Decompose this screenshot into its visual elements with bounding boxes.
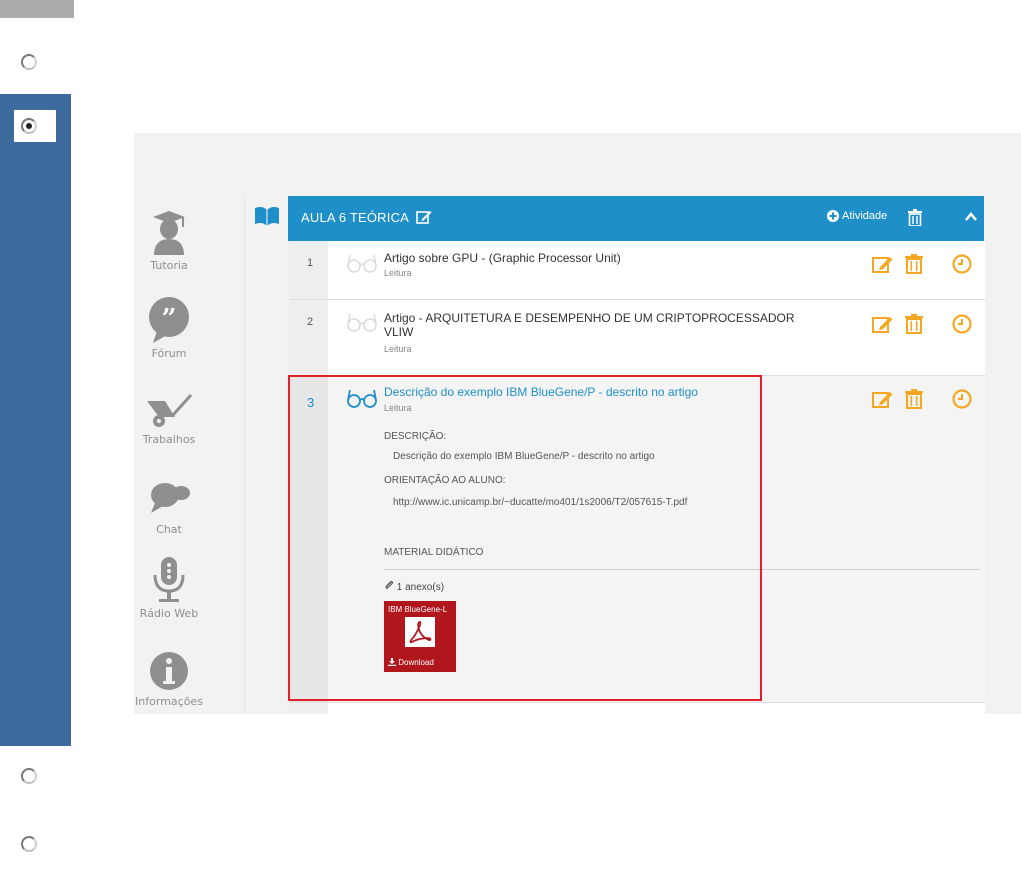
row-number-column [289, 241, 328, 299]
nav-label: Fórum [151, 347, 187, 360]
radio-button[interactable] [21, 836, 37, 852]
option-radio-box-selected[interactable] [14, 110, 56, 142]
activity-row-partial [289, 703, 985, 714]
nav-label: Chat [156, 523, 182, 536]
reading-glasses-icon [347, 254, 377, 273]
edit-icon[interactable] [872, 255, 894, 273]
wheelbarrow-icon [147, 393, 193, 427]
lms-screenshot: Tutoria ” Fórum Trabalhos Chat Rádio Web… [134, 133, 1021, 714]
clock-icon[interactable] [952, 254, 972, 274]
graduate-icon [153, 211, 185, 255]
nav-label: Tutoria [150, 259, 188, 272]
activity-row[interactable]: 1 Artigo sobre GPU - (Graphic Processor … [289, 241, 985, 300]
lesson-title: AULA 6 TEÓRICA [301, 210, 410, 225]
trash-icon[interactable] [905, 254, 923, 274]
activity-title-link[interactable]: Artigo sobre GPU - (Graphic Processor Un… [384, 251, 814, 265]
activity-type: Leitura [384, 344, 412, 354]
edit-icon[interactable] [872, 390, 894, 408]
left-strip [0, 0, 120, 878]
chat-bubbles-icon [151, 483, 190, 513]
divider [244, 195, 245, 714]
row-number-column [289, 703, 328, 714]
nav-forum[interactable]: ” Fórum [134, 297, 204, 360]
row-number: 2 [307, 316, 314, 328]
svg-text:”: ” [162, 304, 177, 334]
trash-icon[interactable] [908, 209, 922, 226]
option-radio-box[interactable] [14, 46, 56, 78]
chevron-up-icon[interactable] [964, 210, 978, 224]
activity-title-link[interactable]: Artigo - ARQUITETURA E DESEMPENHO DE UM … [384, 311, 804, 339]
nav-trabalhos[interactable]: Trabalhos [134, 389, 204, 446]
trash-icon[interactable] [905, 314, 923, 334]
option-radio-box[interactable] [14, 760, 56, 792]
nav-label: Trabalhos [142, 433, 196, 446]
microphone-icon [153, 557, 185, 602]
add-activity-button[interactable]: Atividade [827, 210, 887, 222]
nav-label: Rádio Web [139, 607, 199, 620]
edit-icon[interactable] [416, 209, 432, 225]
plus-circle-icon [827, 210, 839, 222]
radio-button-checked[interactable] [21, 118, 37, 134]
selected-option-column [0, 94, 71, 746]
lesson-header: AULA 6 TEÓRICA Atividade [288, 196, 984, 241]
info-icon [150, 652, 188, 690]
open-book-icon [255, 206, 279, 226]
clock-icon[interactable] [952, 389, 972, 409]
trash-icon[interactable] [905, 389, 923, 409]
row-number: 1 [307, 257, 314, 269]
nav-informacoes[interactable]: Informações [134, 651, 204, 708]
top-gray-bar [0, 0, 74, 18]
quote-bubble-icon: ” [149, 297, 189, 343]
nav-tutoria[interactable]: Tutoria [134, 209, 204, 272]
option-radio-box[interactable] [14, 828, 56, 860]
nav-chat[interactable]: Chat [134, 479, 204, 536]
activity-type: Leitura [384, 268, 412, 278]
clock-icon[interactable] [952, 314, 972, 334]
nav-label: Informações [135, 695, 203, 708]
nav-radio-web[interactable]: Rádio Web [134, 555, 204, 620]
highlight-box [288, 375, 762, 701]
edit-icon[interactable] [872, 315, 894, 333]
radio-button[interactable] [21, 54, 37, 70]
reading-glasses-icon [347, 313, 377, 332]
radio-button[interactable] [21, 768, 37, 784]
activity-row[interactable]: 2 Artigo - ARQUITETURA E DESEMPENHO DE U… [289, 300, 985, 376]
row-number-column [289, 300, 328, 375]
add-activity-label: Atividade [842, 210, 888, 222]
